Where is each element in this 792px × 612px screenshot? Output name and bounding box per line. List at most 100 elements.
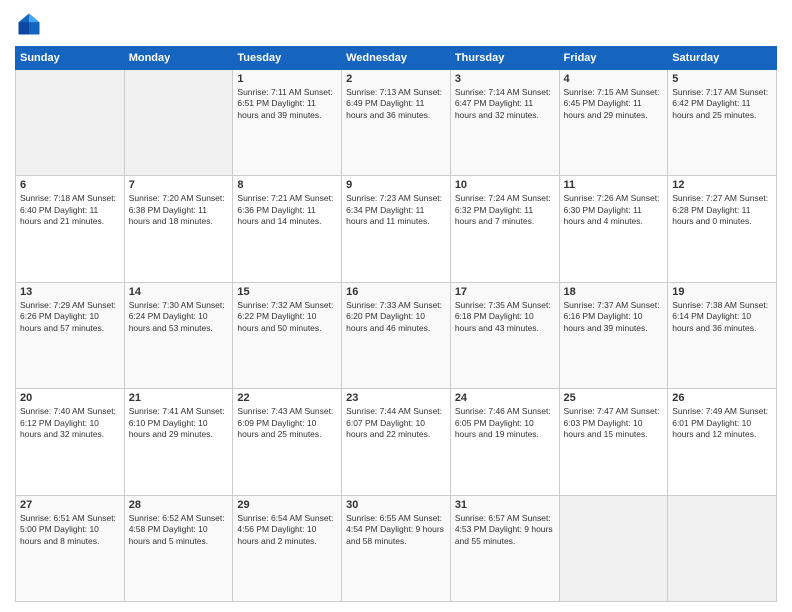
- day-info: Sunrise: 7:40 AM Sunset: 6:12 PM Dayligh…: [20, 406, 120, 440]
- calendar-cell: 18Sunrise: 7:37 AM Sunset: 6:16 PM Dayli…: [559, 282, 668, 388]
- day-number: 6: [20, 179, 120, 191]
- day-number: 31: [455, 499, 555, 511]
- day-number: 19: [672, 286, 772, 298]
- calendar-cell: [559, 495, 668, 601]
- day-number: 26: [672, 392, 772, 404]
- calendar-week-1: 1 Sunrise: 7:11 AM Sunset: 6:51 PM Daylig…: [16, 70, 777, 176]
- day-number: 24: [455, 392, 555, 404]
- day-number: 7: [129, 179, 229, 191]
- calendar-cell: 6 Sunrise: 7:18 AM Sunset: 6:40 PM Daylig…: [16, 176, 125, 282]
- calendar-cell: 24 Sunrise: 7:46 AM Sunset: 6:05 PM Dayli…: [450, 389, 559, 495]
- day-number: 13: [20, 286, 120, 298]
- day-number: 14: [129, 286, 229, 298]
- day-info: Sunrise: 7:15 AM Sunset: 6:45 PM Dayligh…: [564, 87, 664, 121]
- day-number: 15: [237, 286, 337, 298]
- day-number: 25: [564, 392, 664, 404]
- day-info: Sunrise: 7:27 AM Sunset: 6:28 PM Dayligh…: [672, 193, 772, 227]
- calendar-cell: 22Sunrise: 7:43 AM Sunset: 6:09 PM Dayli…: [233, 389, 342, 495]
- day-info: Sunrise: 6:51 AM Sunset: 5:00 PM Dayligh…: [20, 513, 120, 547]
- day-info: Sunrise: 7:21 AM Sunset: 6:36 PM Dayligh…: [237, 193, 337, 227]
- calendar-week-2: 6 Sunrise: 7:18 AM Sunset: 6:40 PM Daylig…: [16, 176, 777, 282]
- day-number: 11: [564, 179, 664, 191]
- day-number: 16: [346, 286, 446, 298]
- page: SundayMondayTuesdayWednesdayThursdayFrid…: [0, 0, 792, 612]
- calendar-week-4: 20Sunrise: 7:40 AM Sunset: 6:12 PM Dayli…: [16, 389, 777, 495]
- day-number: 30: [346, 499, 446, 511]
- calendar-cell: [668, 495, 777, 601]
- day-info: Sunrise: 7:26 AM Sunset: 6:30 PM Dayligh…: [564, 193, 664, 227]
- calendar-cell: 25 Sunrise: 7:47 AM Sunset: 6:03 PM Dayli…: [559, 389, 668, 495]
- calendar-cell: 17Sunrise: 7:35 AM Sunset: 6:18 PM Dayli…: [450, 282, 559, 388]
- day-number: 21: [129, 392, 229, 404]
- day-info: Sunrise: 7:29 AM Sunset: 6:26 PM Dayligh…: [20, 300, 120, 334]
- calendar-cell: 23Sunrise: 7:44 AM Sunset: 6:07 PM Dayli…: [342, 389, 451, 495]
- calendar-cell: [16, 70, 125, 176]
- day-info: Sunrise: 7:49 AM Sunset: 6:01 PM Dayligh…: [672, 406, 772, 440]
- day-header-monday: Monday: [124, 47, 233, 70]
- calendar-cell: 15 Sunrise: 7:32 AM Sunset: 6:22 PM Dayli…: [233, 282, 342, 388]
- day-header-saturday: Saturday: [668, 47, 777, 70]
- day-info: Sunrise: 7:30 AM Sunset: 6:24 PM Dayligh…: [129, 300, 229, 334]
- day-number: 1: [237, 73, 337, 85]
- calendar-week-5: 27 Sunrise: 6:51 AM Sunset: 5:00 PM Dayli…: [16, 495, 777, 601]
- day-header-row: SundayMondayTuesdayWednesdayThursdayFrid…: [16, 47, 777, 70]
- calendar-cell: 11 Sunrise: 7:26 AM Sunset: 6:30 PM Dayli…: [559, 176, 668, 282]
- calendar-cell: [124, 70, 233, 176]
- calendar-cell: 30 Sunrise: 6:55 AM Sunset: 4:54 PM Dayli…: [342, 495, 451, 601]
- day-info: Sunrise: 7:32 AM Sunset: 6:22 PM Dayligh…: [237, 300, 337, 334]
- day-number: 18: [564, 286, 664, 298]
- day-info: Sunrise: 7:47 AM Sunset: 6:03 PM Dayligh…: [564, 406, 664, 440]
- calendar-cell: 13 Sunrise: 7:29 AM Sunset: 6:26 PM Dayli…: [16, 282, 125, 388]
- calendar-cell: 31 Sunrise: 6:57 AM Sunset: 4:53 PM Dayli…: [450, 495, 559, 601]
- day-info: Sunrise: 6:57 AM Sunset: 4:53 PM Dayligh…: [455, 513, 555, 547]
- day-number: 12: [672, 179, 772, 191]
- calendar-body: 1 Sunrise: 7:11 AM Sunset: 6:51 PM Daylig…: [16, 70, 777, 602]
- calendar-cell: 8Sunrise: 7:21 AM Sunset: 6:36 PM Daylig…: [233, 176, 342, 282]
- day-info: Sunrise: 7:38 AM Sunset: 6:14 PM Dayligh…: [672, 300, 772, 334]
- day-info: Sunrise: 6:52 AM Sunset: 4:58 PM Dayligh…: [129, 513, 229, 547]
- calendar-cell: 3Sunrise: 7:14 AM Sunset: 6:47 PM Daylig…: [450, 70, 559, 176]
- day-info: Sunrise: 7:17 AM Sunset: 6:42 PM Dayligh…: [672, 87, 772, 121]
- calendar-cell: 28 Sunrise: 6:52 AM Sunset: 4:58 PM Dayli…: [124, 495, 233, 601]
- day-info: Sunrise: 7:23 AM Sunset: 6:34 PM Dayligh…: [346, 193, 446, 227]
- day-info: Sunrise: 7:33 AM Sunset: 6:20 PM Dayligh…: [346, 300, 446, 334]
- day-info: Sunrise: 7:41 AM Sunset: 6:10 PM Dayligh…: [129, 406, 229, 440]
- day-number: 28: [129, 499, 229, 511]
- calendar-cell: 9 Sunrise: 7:23 AM Sunset: 6:34 PM Daylig…: [342, 176, 451, 282]
- calendar-cell: 4 Sunrise: 7:15 AM Sunset: 6:45 PM Daylig…: [559, 70, 668, 176]
- day-number: 4: [564, 73, 664, 85]
- calendar-cell: 1 Sunrise: 7:11 AM Sunset: 6:51 PM Daylig…: [233, 70, 342, 176]
- day-info: Sunrise: 7:18 AM Sunset: 6:40 PM Dayligh…: [20, 193, 120, 227]
- day-number: 10: [455, 179, 555, 191]
- day-number: 2: [346, 73, 446, 85]
- calendar-header: SundayMondayTuesdayWednesdayThursdayFrid…: [16, 47, 777, 70]
- logo-icon: [15, 10, 43, 38]
- calendar-table: SundayMondayTuesdayWednesdayThursdayFrid…: [15, 46, 777, 602]
- day-info: Sunrise: 7:44 AM Sunset: 6:07 PM Dayligh…: [346, 406, 446, 440]
- calendar-cell: 14 Sunrise: 7:30 AM Sunset: 6:24 PM Dayli…: [124, 282, 233, 388]
- day-info: Sunrise: 6:55 AM Sunset: 4:54 PM Dayligh…: [346, 513, 446, 547]
- calendar-cell: 19 Sunrise: 7:38 AM Sunset: 6:14 PM Dayli…: [668, 282, 777, 388]
- day-info: Sunrise: 6:54 AM Sunset: 4:56 PM Dayligh…: [237, 513, 337, 547]
- calendar-cell: 16 Sunrise: 7:33 AM Sunset: 6:20 PM Dayli…: [342, 282, 451, 388]
- day-number: 17: [455, 286, 555, 298]
- day-number: 27: [20, 499, 120, 511]
- calendar-cell: 10 Sunrise: 7:24 AM Sunset: 6:32 PM Dayli…: [450, 176, 559, 282]
- day-info: Sunrise: 7:11 AM Sunset: 6:51 PM Dayligh…: [237, 87, 337, 121]
- day-header-friday: Friday: [559, 47, 668, 70]
- calendar-cell: 7Sunrise: 7:20 AM Sunset: 6:38 PM Daylig…: [124, 176, 233, 282]
- calendar-cell: 27 Sunrise: 6:51 AM Sunset: 5:00 PM Dayli…: [16, 495, 125, 601]
- header: [15, 10, 777, 38]
- calendar-cell: 26 Sunrise: 7:49 AM Sunset: 6:01 PM Dayli…: [668, 389, 777, 495]
- day-header-thursday: Thursday: [450, 47, 559, 70]
- calendar-cell: 21 Sunrise: 7:41 AM Sunset: 6:10 PM Dayli…: [124, 389, 233, 495]
- day-info: Sunrise: 7:24 AM Sunset: 6:32 PM Dayligh…: [455, 193, 555, 227]
- day-number: 9: [346, 179, 446, 191]
- calendar-cell: 20Sunrise: 7:40 AM Sunset: 6:12 PM Dayli…: [16, 389, 125, 495]
- day-header-wednesday: Wednesday: [342, 47, 451, 70]
- day-info: Sunrise: 7:46 AM Sunset: 6:05 PM Dayligh…: [455, 406, 555, 440]
- logo: [15, 10, 47, 38]
- calendar-cell: 29Sunrise: 6:54 AM Sunset: 4:56 PM Dayli…: [233, 495, 342, 601]
- day-header-sunday: Sunday: [16, 47, 125, 70]
- calendar-cell: 5Sunrise: 7:17 AM Sunset: 6:42 PM Daylig…: [668, 70, 777, 176]
